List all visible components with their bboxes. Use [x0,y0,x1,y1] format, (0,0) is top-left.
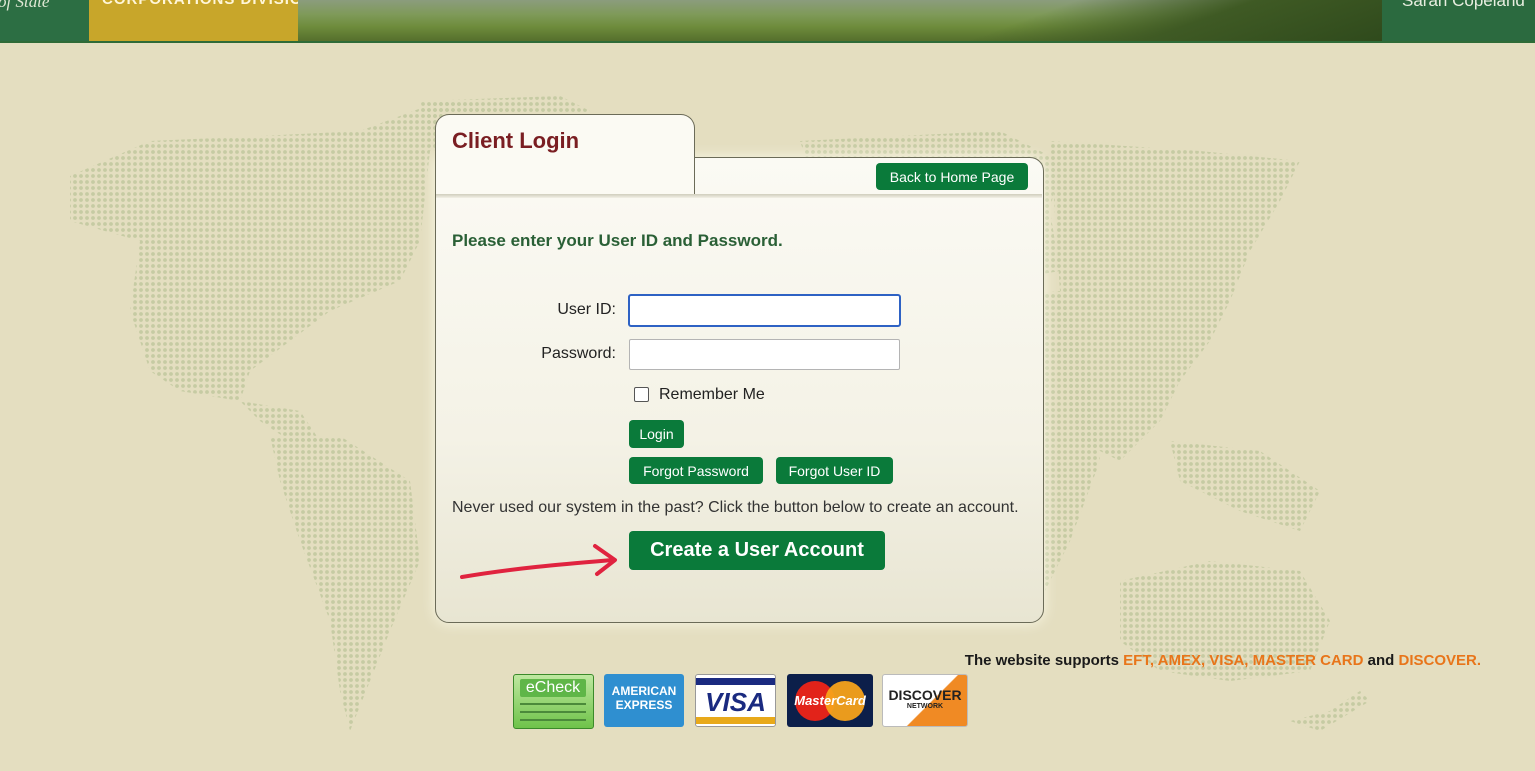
userid-label: User ID: [557,301,616,318]
remember-me-label[interactable]: Remember Me [659,386,765,404]
visa-logo: VISA [695,674,776,727]
amex-logo: AMERICAN EXPRESS [604,674,684,727]
forgot-password-button[interactable]: Forgot Password [629,457,763,484]
visa-top-stripe [696,678,775,685]
login-button[interactable]: Login [629,420,684,448]
discover-logo: DISCOVER NETWORK [882,674,968,727]
echeck-logo: eCheck [513,674,594,729]
header-division-text: CORPORATIONS DIVISION [102,0,314,8]
header-left-text: of State [0,0,50,11]
amex-label: AMERICAN EXPRESS [611,684,677,712]
site-header: of State CORPORATIONS DIVISION Sarah Cop… [0,0,1535,43]
back-to-home-button[interactable]: Back to Home Page [876,163,1028,190]
discover-label: DISCOVER [888,687,962,703]
echeck-label: eCheck [520,679,586,697]
create-user-account-button[interactable]: Create a User Account [629,531,885,570]
echeck-line-3 [520,719,586,721]
echeck-line-2 [520,711,586,713]
payment-methods: EFT, AMEX, VISA, MASTER CARD [1123,652,1364,669]
payment-last: DISCOVER. [1398,652,1481,669]
discover-sub-label: NETWORK [906,703,944,710]
panel-header-divider [436,194,1042,198]
payment-prefix: The website supports [964,652,1119,669]
mastercard-label: MasterCard [794,693,866,708]
header-right-text: Sarah Copeland [1402,0,1525,10]
header-banner-hills [900,0,1382,41]
visa-bottom-stripe [696,717,775,724]
page-title: Client Login [452,128,580,153]
payment-and: and [1367,652,1395,669]
login-instructions: Please enter your User ID and Password. [452,231,783,250]
header-official-name: Sarah Copeland [1382,0,1535,41]
password-label: Password: [541,345,616,362]
header-agency-name[interactable]: of State [0,0,89,41]
forgot-userid-button[interactable]: Forgot User ID [776,457,893,484]
mastercard-logo: MasterCard [787,674,873,727]
echeck-line-1 [520,703,586,705]
header-division[interactable]: CORPORATIONS DIVISION [89,0,313,41]
remember-me-checkbox[interactable] [634,387,649,402]
password-input[interactable] [629,339,900,370]
red-arrow-annotation [460,544,617,579]
userid-input[interactable] [628,294,901,327]
visa-label: VISA [705,687,766,717]
new-user-prompt: Never used our system in the past? Click… [452,499,1019,516]
payment-support-text: The website supports EFT, AMEX, VISA, MA… [0,652,1481,669]
